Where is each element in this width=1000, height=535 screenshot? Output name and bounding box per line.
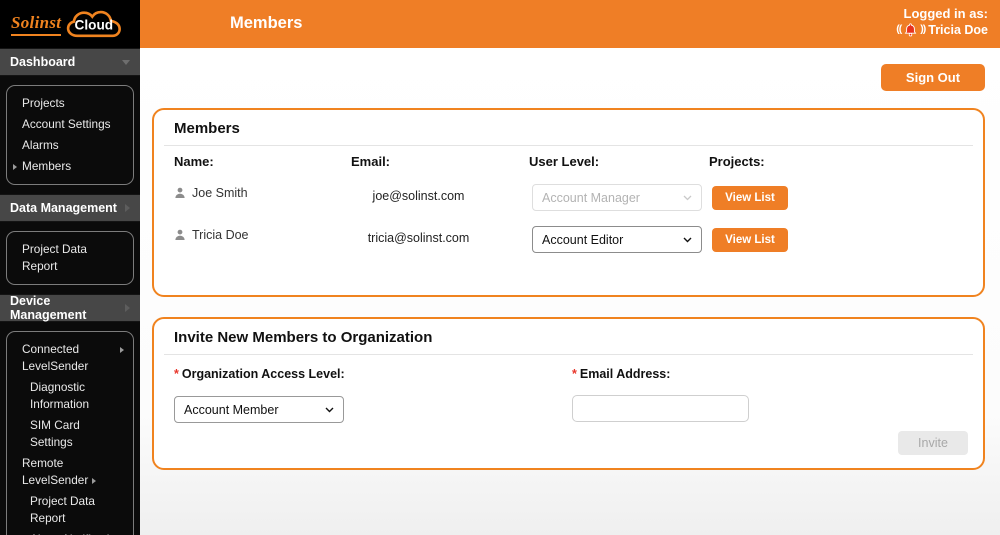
sidebar-section-label: Data Management bbox=[10, 201, 117, 215]
chevron-right-icon bbox=[120, 347, 124, 353]
sidebar-item-sim-card-settings[interactable]: SIM Card Settings bbox=[9, 415, 131, 453]
required-marker: * bbox=[174, 367, 179, 381]
logged-in-block: Logged in as: (( )) Tricia Doe bbox=[896, 6, 988, 37]
required-marker: * bbox=[572, 367, 577, 381]
email-address-input[interactable] bbox=[572, 395, 749, 422]
sidebar-item-members[interactable]: Members bbox=[9, 156, 131, 177]
chevron-right-icon bbox=[125, 204, 130, 212]
sidebar-item-projects[interactable]: Projects bbox=[9, 93, 131, 114]
divider bbox=[164, 354, 973, 355]
divider bbox=[164, 145, 973, 146]
member-email: joe@solinst.com bbox=[372, 189, 465, 203]
person-icon bbox=[175, 229, 185, 240]
sidebar-item-alarm-notification-recipients[interactable]: Alarm Notification Recipients bbox=[9, 529, 131, 535]
members-panel: Members Name: Email: User Level: Project… bbox=[152, 108, 985, 297]
chevron-down-icon bbox=[683, 237, 692, 242]
sidebar-item-remote-levelsender[interactable]: Remote LevelSender bbox=[9, 453, 131, 491]
bell-wave-right: )) bbox=[920, 23, 926, 35]
column-header-email: Email: bbox=[351, 154, 391, 169]
bell-wave-left: (( bbox=[896, 23, 902, 35]
invite-panel: Invite New Members to Organization * Orga… bbox=[152, 317, 985, 470]
sidebar-section-dashboard[interactable]: Dashboard bbox=[0, 48, 140, 76]
email-address-label: * Email Address: bbox=[572, 367, 671, 381]
top-header-bar: Members Logged in as: (( )) Tricia Doe bbox=[140, 0, 1000, 48]
chevron-right-icon bbox=[125, 304, 130, 312]
sidebar-section-label: Device Management bbox=[10, 294, 87, 322]
view-list-button[interactable]: View List bbox=[712, 186, 788, 210]
chevron-down-icon bbox=[122, 60, 130, 65]
cloud-logo-icon: Cloud bbox=[63, 8, 127, 40]
sidebar-section-data-management[interactable]: Data Management bbox=[0, 194, 140, 222]
sidebar-item-diagnostic-information[interactable]: Diagnostic Information bbox=[9, 377, 131, 415]
solinst-wordmark: Solinst bbox=[11, 13, 62, 36]
chevron-down-icon bbox=[683, 195, 692, 200]
member-email: tricia@solinst.com bbox=[367, 231, 470, 245]
column-header-user-level: User Level: bbox=[529, 154, 600, 169]
sidebar-item-account-settings[interactable]: Account Settings bbox=[9, 114, 131, 135]
invite-panel-title: Invite New Members to Organization bbox=[174, 329, 433, 346]
sign-out-button[interactable]: Sign Out bbox=[881, 64, 985, 91]
invite-button[interactable]: Invite bbox=[898, 431, 968, 455]
dashboard-submenu: Projects Account Settings Alarms Members bbox=[6, 85, 134, 185]
chevron-down-icon bbox=[325, 407, 334, 412]
organization-access-level-select[interactable]: Account Member bbox=[174, 396, 344, 423]
data-management-submenu: Project Data Report bbox=[6, 231, 134, 285]
person-icon bbox=[175, 187, 185, 198]
sidebar-section-device-management[interactable]: Device Management bbox=[0, 294, 140, 322]
main-content: Sign Out Members Name: Email: User Level… bbox=[140, 48, 1000, 535]
svg-text:Cloud: Cloud bbox=[75, 17, 114, 32]
access-level-label: * Organization Access Level: bbox=[174, 367, 345, 381]
user-level-select[interactable]: Account Editor bbox=[532, 226, 702, 253]
sidebar-section-label: Dashboard bbox=[10, 55, 76, 69]
logged-in-as-label: Logged in as: bbox=[903, 6, 989, 21]
members-panel-title: Members bbox=[174, 120, 240, 137]
view-list-button[interactable]: View List bbox=[712, 228, 788, 252]
logged-in-user-name: Tricia Doe bbox=[928, 23, 988, 37]
sidebar-item-project-data-report[interactable]: Project Data Report bbox=[9, 239, 131, 277]
app-window: Solinst Cloud Dashboard Projects Account… bbox=[0, 0, 1000, 535]
member-name: Tricia Doe bbox=[174, 228, 249, 242]
chevron-right-icon bbox=[92, 478, 97, 484]
user-level-select[interactable]: Account Manager bbox=[532, 184, 702, 211]
sidebar-item-project-data-report-2[interactable]: Project Data Report bbox=[9, 491, 131, 529]
sidebar: Solinst Cloud Dashboard Projects Account… bbox=[0, 0, 140, 535]
sidebar-item-connected-levelsender[interactable]: Connected LevelSender bbox=[9, 339, 131, 377]
device-management-submenu: Connected LevelSender Diagnostic Informa… bbox=[6, 331, 134, 535]
page-title: Members bbox=[230, 14, 303, 32]
member-name: Joe Smith bbox=[174, 186, 248, 200]
alarm-bell-icon[interactable] bbox=[904, 23, 917, 37]
column-header-projects: Projects: bbox=[709, 154, 765, 169]
brand-logo[interactable]: Solinst Cloud bbox=[0, 0, 140, 48]
sidebar-item-alarms[interactable]: Alarms bbox=[9, 135, 131, 156]
column-header-name: Name: bbox=[174, 154, 214, 169]
